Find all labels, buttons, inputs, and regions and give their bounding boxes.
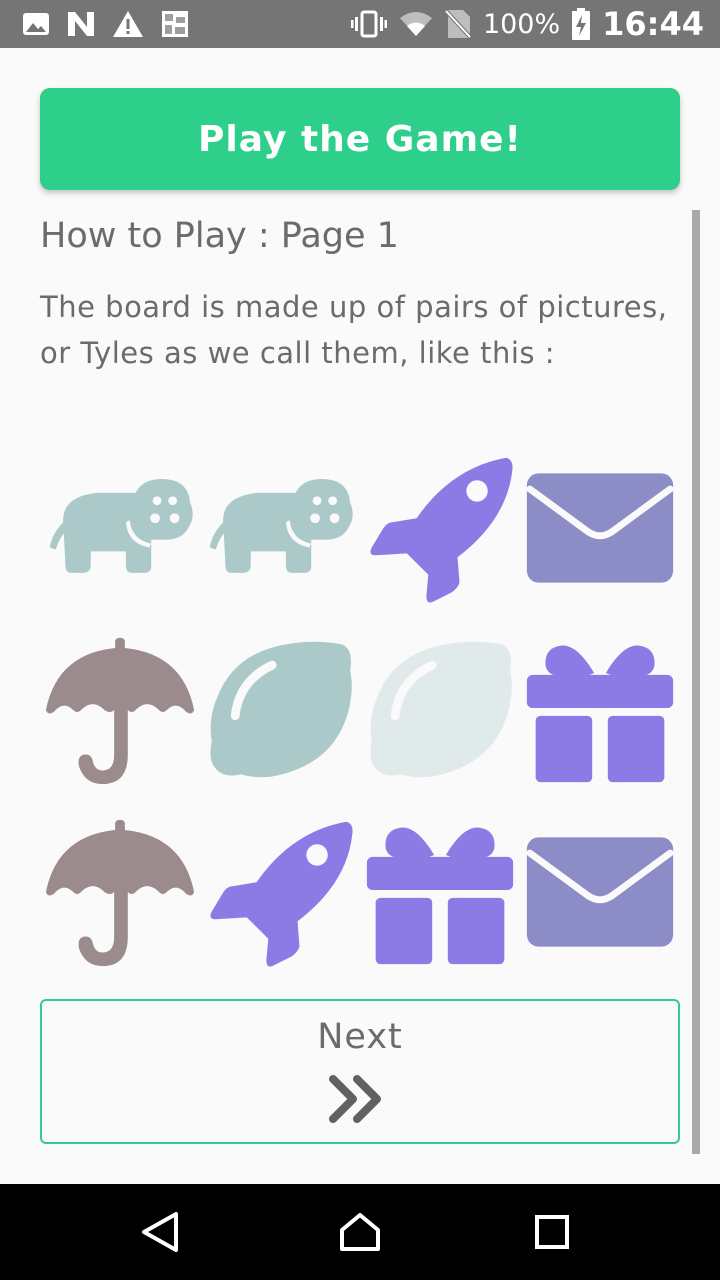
- home-icon: [340, 1213, 380, 1251]
- lemon-icon: [210, 641, 352, 778]
- recents-button[interactable]: [524, 1204, 580, 1260]
- rocket-icon: [210, 821, 353, 967]
- gift-tile: [360, 812, 520, 972]
- envelope-tile: [520, 812, 680, 972]
- hippo-tile: [200, 448, 360, 608]
- hippo-icon: [49, 479, 193, 573]
- scrollbar[interactable]: [692, 210, 700, 1154]
- hippo-icon: [209, 479, 353, 573]
- example-board: [40, 448, 680, 978]
- photo-notification-icon: [162, 11, 188, 37]
- gift-icon: [366, 827, 514, 965]
- play-game-button[interactable]: Play the Game!: [40, 88, 680, 190]
- battery-charging-icon: [572, 8, 591, 40]
- gift-icon: [526, 645, 674, 783]
- n-notification-icon: [68, 12, 94, 36]
- next-label: Next: [317, 1017, 403, 1057]
- status-bar: 100% 16:44: [0, 0, 720, 48]
- back-icon: [142, 1212, 178, 1252]
- instructions-text: The board is made up of pairs of picture…: [40, 290, 668, 370]
- umbrella-icon: [45, 819, 195, 967]
- lemon-faded-icon: [370, 641, 512, 778]
- recents-icon: [535, 1215, 569, 1249]
- battery-percent: 100%: [482, 8, 561, 40]
- vibrate-icon: [350, 10, 387, 38]
- lemon-tile: [200, 630, 360, 790]
- hippo-tile: [40, 448, 200, 608]
- how-to-play-panel: How to Play : Page 1 The board is made u…: [40, 212, 680, 1156]
- wifi-icon: [399, 12, 432, 36]
- no-sim-icon: [444, 9, 471, 39]
- umbrella-icon: [45, 637, 195, 785]
- envelope-icon: [526, 473, 674, 583]
- rocket-tile: [360, 448, 520, 608]
- rocket-tile: [200, 812, 360, 972]
- envelope-icon: [526, 837, 674, 947]
- envelope-tile: [520, 448, 680, 608]
- home-button[interactable]: [332, 1204, 388, 1260]
- umbrella-tile: [40, 630, 200, 790]
- clock: 16:44: [602, 5, 704, 43]
- gift-tile: [520, 630, 680, 790]
- navigation-bar: [0, 1184, 720, 1280]
- next-button[interactable]: Next: [40, 999, 680, 1144]
- lemon-faded-tile: [360, 630, 520, 790]
- page-title: How to Play : Page 1: [40, 216, 399, 256]
- image-notification-icon: [23, 13, 49, 35]
- double-chevron-right-icon: [329, 1075, 381, 1123]
- umbrella-tile: [40, 812, 200, 972]
- warning-icon: [113, 11, 143, 37]
- back-button[interactable]: [132, 1204, 188, 1260]
- rocket-icon: [370, 457, 513, 603]
